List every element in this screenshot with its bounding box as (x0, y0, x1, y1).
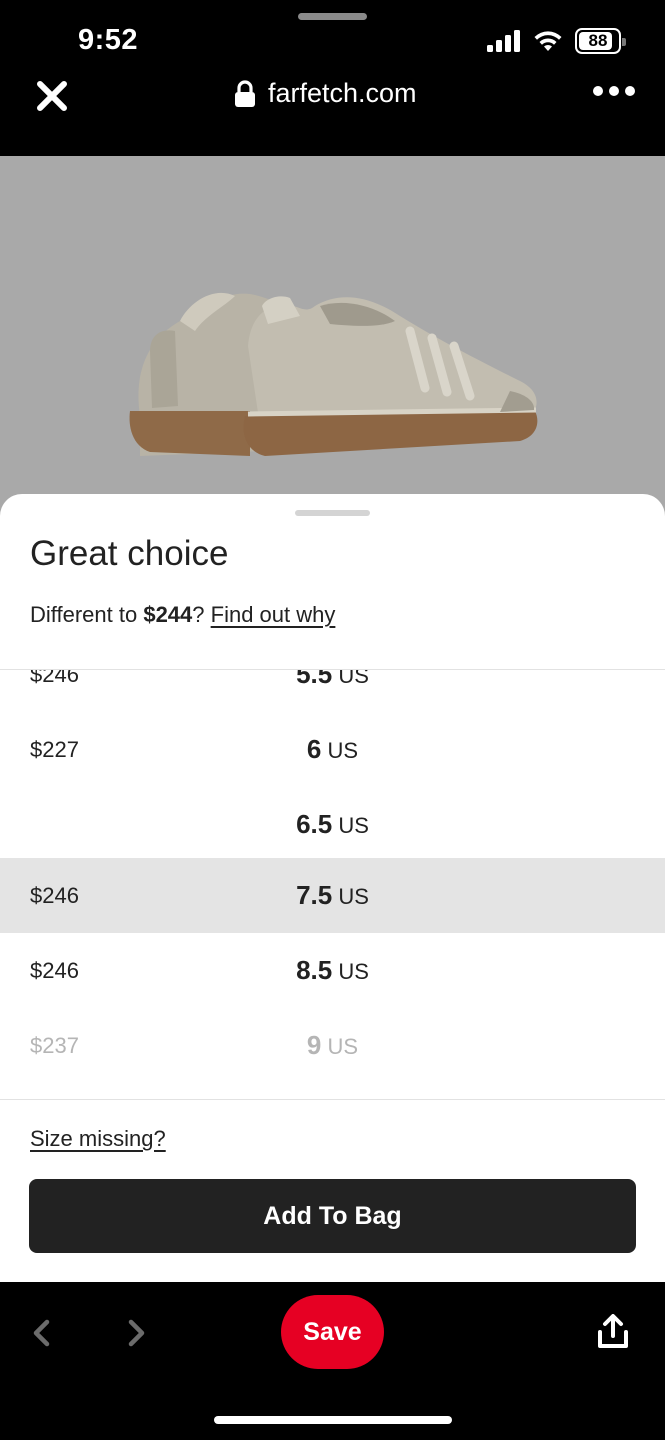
size-label: 5.5 US (296, 670, 369, 689)
sneakers-image (129, 292, 538, 456)
diff-price: $244 (143, 602, 193, 627)
size-row[interactable]: $246 5.5 US (0, 670, 665, 712)
home-indicator[interactable] (214, 1416, 452, 1424)
size-row[interactable]: $246 8.5 US (0, 933, 665, 1008)
address-bar[interactable]: farfetch.com (234, 78, 417, 109)
status-icons: 88 (487, 28, 626, 54)
bottom-toolbar: Save (0, 1282, 665, 1440)
product-image (0, 156, 665, 516)
browser-top-bar: 9:52 88 farfetch.com (0, 0, 665, 156)
save-button[interactable]: Save (281, 1295, 384, 1369)
url-text: farfetch.com (268, 78, 417, 108)
size-list[interactable]: $246 5.5 US $227 6 US 6.5 US $246 7.5 US… (0, 670, 665, 1098)
more-options-icon[interactable] (593, 86, 635, 96)
wifi-icon (534, 31, 562, 51)
find-out-why-link[interactable]: Find out why (211, 602, 336, 627)
size-row[interactable]: 6.5 US (0, 787, 665, 862)
sheet-title: Great choice (30, 534, 229, 573)
size-selector-sheet: Great choice Different to $244? Find out… (0, 494, 665, 1282)
size-label: 7.5 US (296, 880, 369, 910)
size-row-selected[interactable]: $246 7.5 US (0, 858, 665, 933)
size-label: 8.5 US (296, 955, 369, 985)
size-row[interactable]: $237 9 US (0, 1008, 665, 1083)
size-row[interactable]: $227 6 US (0, 712, 665, 787)
size-label: 6 US (306, 734, 359, 764)
sheet-drag-handle[interactable] (295, 510, 370, 516)
diff-prefix: Different to (30, 602, 144, 627)
close-icon[interactable] (34, 78, 70, 114)
lock-icon (235, 79, 255, 107)
share-icon[interactable] (596, 1314, 630, 1350)
status-time: 9:52 (78, 24, 139, 56)
top-grabber[interactable] (298, 13, 367, 20)
battery-icon: 88 (575, 28, 626, 54)
size-label: 6.5 US (296, 809, 369, 839)
battery-level: 88 (588, 31, 608, 50)
cellular-signal-icon (487, 30, 520, 52)
forward-arrow-icon[interactable] (122, 1316, 152, 1350)
price-difference-note: Different to $244? Find out why (30, 602, 335, 628)
size-label: 9 US (306, 1030, 359, 1060)
add-to-bag-button[interactable]: Add To Bag (29, 1179, 636, 1253)
back-arrow-icon[interactable] (26, 1316, 56, 1350)
diff-suffix: ? (192, 602, 211, 627)
divider (0, 1099, 665, 1100)
size-missing-link[interactable]: Size missing? (30, 1126, 166, 1152)
